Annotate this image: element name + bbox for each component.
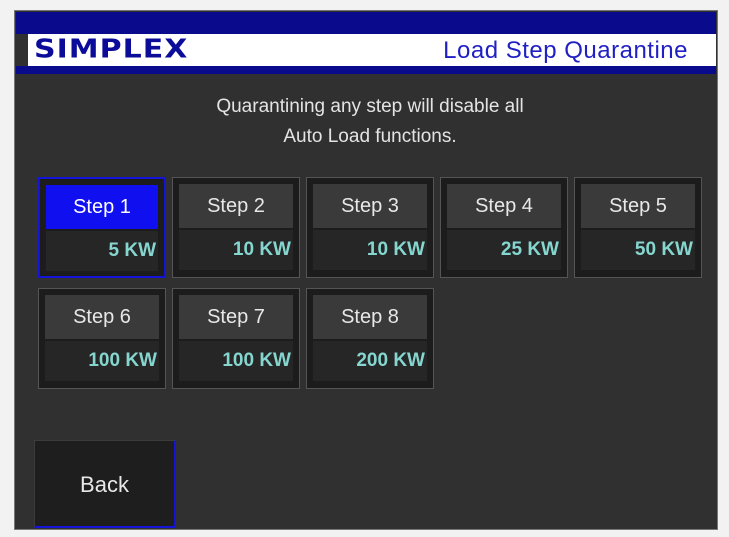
step-label: Step 3 xyxy=(313,184,427,228)
step-load-value: 100 KW xyxy=(179,341,293,381)
step-label: Step 5 xyxy=(581,184,695,228)
top-blue-bar xyxy=(16,12,716,34)
step-load-value: 10 KW xyxy=(179,230,293,270)
quarantine-notice: Quarantining any step will disable all A… xyxy=(100,92,640,152)
notice-line-1: Quarantining any step will disable all xyxy=(216,96,524,117)
step-8-button[interactable]: Step 8 200 KW xyxy=(306,288,434,389)
step-load-value: 25 KW xyxy=(447,230,561,270)
page-title: Load Step Quarantine xyxy=(443,37,688,64)
step-load-value: 10 KW xyxy=(313,230,427,270)
step-1-button[interactable]: Step 1 5 KW xyxy=(38,177,166,278)
step-label: Step 6 xyxy=(45,295,159,339)
step-load-value: 50 KW xyxy=(581,230,695,270)
header-bar: SIMPLEX Load Step Quarantine xyxy=(28,34,716,66)
step-3-button[interactable]: Step 3 10 KW xyxy=(306,177,434,278)
step-load-value: 100 KW xyxy=(45,341,159,381)
step-label: Step 8 xyxy=(313,295,427,339)
header-divider xyxy=(16,66,716,74)
step-label: Step 1 xyxy=(46,185,158,229)
step-load-value: 200 KW xyxy=(313,341,427,381)
step-2-button[interactable]: Step 2 10 KW xyxy=(172,177,300,278)
step-5-button[interactable]: Step 5 50 KW xyxy=(574,177,702,278)
notice-line-2: Auto Load functions. xyxy=(283,126,457,147)
back-button[interactable]: Back xyxy=(34,440,176,528)
simplex-logo: SIMPLEX xyxy=(34,34,189,65)
step-6-button[interactable]: Step 6 100 KW xyxy=(38,288,166,389)
step-load-value: 5 KW xyxy=(46,231,158,271)
step-label: Step 2 xyxy=(179,184,293,228)
step-7-button[interactable]: Step 7 100 KW xyxy=(172,288,300,389)
step-label: Step 4 xyxy=(447,184,561,228)
step-label: Step 7 xyxy=(179,295,293,339)
step-4-button[interactable]: Step 4 25 KW xyxy=(440,177,568,278)
